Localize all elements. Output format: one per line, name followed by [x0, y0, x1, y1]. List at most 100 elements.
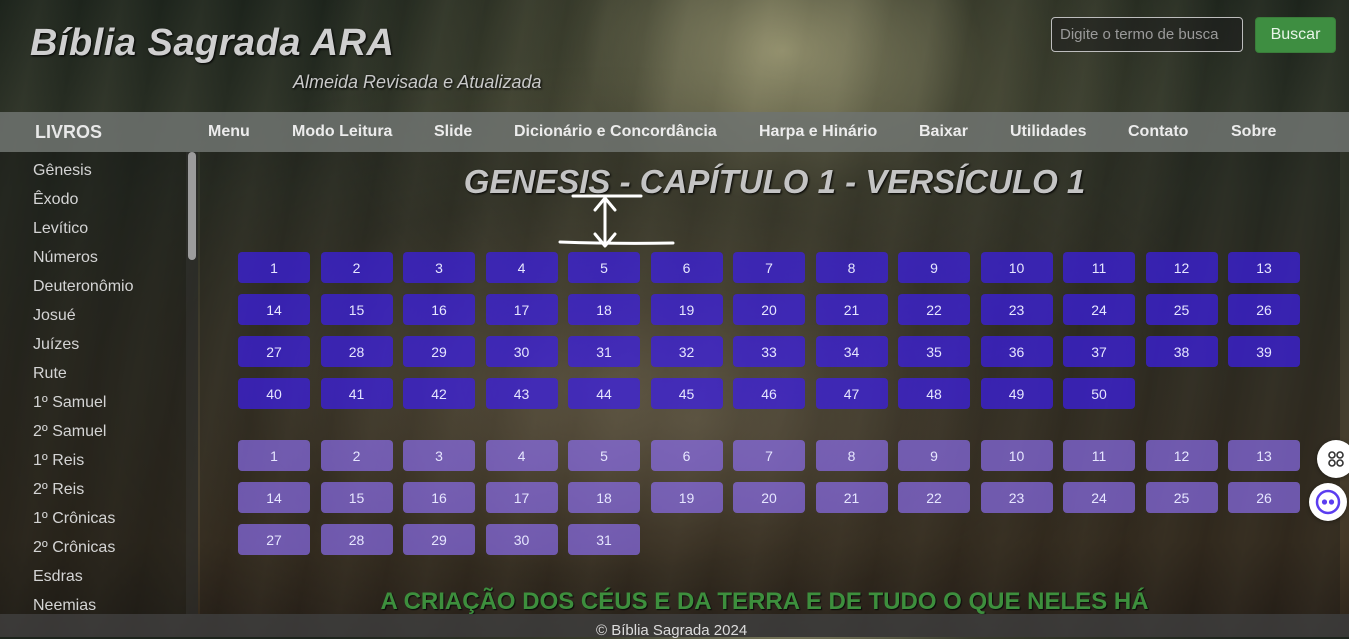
nav-item-harpa[interactable]: Harpa e Hinário	[759, 123, 877, 141]
chapter-button[interactable]: 43	[485, 378, 558, 409]
sidebar-book-item[interactable]: Números	[33, 249, 98, 267]
chapter-button[interactable]: 23	[980, 294, 1053, 325]
verse-button[interactable]: 20	[733, 482, 805, 513]
chapter-button[interactable]: 16	[403, 294, 475, 325]
sidebar-book-item[interactable]: 1º Samuel	[33, 394, 106, 412]
chapter-button[interactable]: 26	[1228, 294, 1300, 325]
verse-button[interactable]: 29	[403, 524, 475, 555]
nav-item-sobre[interactable]: Sobre	[1231, 123, 1276, 141]
chapter-button[interactable]: 41	[320, 378, 393, 409]
chapter-button[interactable]: 15	[320, 294, 393, 325]
verse-button[interactable]: 10	[980, 440, 1053, 471]
verse-button[interactable]: 1	[238, 440, 310, 471]
verse-button[interactable]: 13	[1228, 440, 1300, 471]
chapter-button[interactable]: 37	[1063, 336, 1135, 367]
chapter-button[interactable]: 33	[733, 336, 805, 367]
nav-item-modo-leitura[interactable]: Modo Leitura	[292, 123, 392, 141]
chapter-button[interactable]: 21	[815, 294, 888, 325]
verse-button[interactable]: 28	[320, 524, 393, 555]
chapter-button[interactable]: 13	[1228, 252, 1300, 283]
chapter-button[interactable]: 7	[733, 252, 805, 283]
chapter-button[interactable]: 42	[403, 378, 475, 409]
chapter-button[interactable]: 24	[1063, 294, 1135, 325]
chapter-button[interactable]: 28	[320, 336, 393, 367]
verse-button[interactable]: 31	[568, 524, 640, 555]
chapter-button[interactable]: 10	[980, 252, 1053, 283]
chapter-button[interactable]: 47	[815, 378, 888, 409]
chapter-button[interactable]: 48	[898, 378, 970, 409]
chapter-button[interactable]: 20	[733, 294, 805, 325]
verse-button[interactable]: 30	[485, 524, 558, 555]
assistant-eyes-icon[interactable]	[1309, 483, 1347, 521]
chapter-button[interactable]: 50	[1063, 378, 1135, 409]
verse-button[interactable]: 17	[485, 482, 558, 513]
sidebar-book-item[interactable]: 1º Crônicas	[33, 510, 115, 528]
chapter-button[interactable]: 40	[238, 378, 310, 409]
nav-item-baixar[interactable]: Baixar	[919, 123, 968, 141]
chapter-button[interactable]: 32	[650, 336, 723, 367]
verse-button[interactable]: 14	[238, 482, 310, 513]
verse-button[interactable]: 9	[898, 440, 970, 471]
verse-button[interactable]: 4	[485, 440, 558, 471]
verse-button[interactable]: 21	[815, 482, 888, 513]
verse-button[interactable]: 15	[320, 482, 393, 513]
verse-button[interactable]: 3	[403, 440, 475, 471]
chapter-button[interactable]: 19	[650, 294, 723, 325]
chapter-button[interactable]: 38	[1145, 336, 1218, 367]
sidebar-book-item[interactable]: 1º Reis	[33, 452, 84, 470]
verse-button[interactable]: 5	[568, 440, 640, 471]
chapter-button[interactable]: 46	[733, 378, 805, 409]
chapter-button[interactable]: 27	[238, 336, 310, 367]
sidebar-book-item[interactable]: Juízes	[33, 336, 79, 354]
chapter-button[interactable]: 34	[815, 336, 888, 367]
verse-button[interactable]: 23	[980, 482, 1053, 513]
verse-button[interactable]: 24	[1063, 482, 1135, 513]
chapter-button[interactable]: 39	[1228, 336, 1300, 367]
verse-button[interactable]: 11	[1063, 440, 1135, 471]
verse-button[interactable]: 19	[650, 482, 723, 513]
verse-button[interactable]: 18	[568, 482, 640, 513]
nav-item-contato[interactable]: Contato	[1128, 123, 1188, 141]
verse-button[interactable]: 27	[238, 524, 310, 555]
nav-item-slide[interactable]: Slide	[434, 123, 472, 141]
sidebar-scrollbar[interactable]	[186, 152, 198, 614]
chapter-button[interactable]: 30	[485, 336, 558, 367]
chapter-button[interactable]: 2	[320, 252, 393, 283]
verse-button[interactable]: 2	[320, 440, 393, 471]
chapter-button[interactable]: 29	[403, 336, 475, 367]
sidebar-book-item[interactable]: Josué	[33, 307, 76, 325]
sidebar-book-item[interactable]: Levítico	[33, 220, 88, 238]
verse-button[interactable]: 26	[1228, 482, 1300, 513]
chapter-button[interactable]: 11	[1063, 252, 1135, 283]
chapter-button[interactable]: 44	[568, 378, 640, 409]
chapter-button[interactable]: 6	[650, 252, 723, 283]
chapter-button[interactable]: 1	[238, 252, 310, 283]
verse-button[interactable]: 16	[403, 482, 475, 513]
chapter-button[interactable]: 18	[568, 294, 640, 325]
chapter-button[interactable]: 8	[815, 252, 888, 283]
sidebar-book-item[interactable]: Deuteronômio	[33, 278, 134, 296]
chapter-button[interactable]: 4	[485, 252, 558, 283]
chapter-button[interactable]: 49	[980, 378, 1053, 409]
sidebar-book-item[interactable]: Esdras	[33, 568, 83, 586]
chapter-button[interactable]: 45	[650, 378, 723, 409]
chapter-button[interactable]: 9	[898, 252, 970, 283]
chapter-button[interactable]: 31	[568, 336, 640, 367]
verse-button[interactable]: 22	[898, 482, 970, 513]
chapter-button[interactable]: 25	[1145, 294, 1218, 325]
verse-button[interactable]: 8	[815, 440, 888, 471]
nav-item-menu[interactable]: Menu	[208, 123, 250, 141]
verse-button[interactable]: 7	[733, 440, 805, 471]
chapter-button[interactable]: 12	[1145, 252, 1218, 283]
chapter-button[interactable]: 35	[898, 336, 970, 367]
sidebar-book-item[interactable]: 2º Crônicas	[33, 539, 115, 557]
chapter-button[interactable]: 22	[898, 294, 970, 325]
nav-item-utilidades[interactable]: Utilidades	[1010, 123, 1086, 141]
search-input[interactable]	[1051, 17, 1243, 52]
search-button[interactable]: Buscar	[1255, 17, 1336, 53]
chapter-button[interactable]: 5	[568, 252, 640, 283]
nav-item-dicionario[interactable]: Dicionário e Concordância	[514, 123, 717, 141]
chapter-button[interactable]: 14	[238, 294, 310, 325]
verse-button[interactable]: 25	[1145, 482, 1218, 513]
chapter-button[interactable]: 36	[980, 336, 1053, 367]
